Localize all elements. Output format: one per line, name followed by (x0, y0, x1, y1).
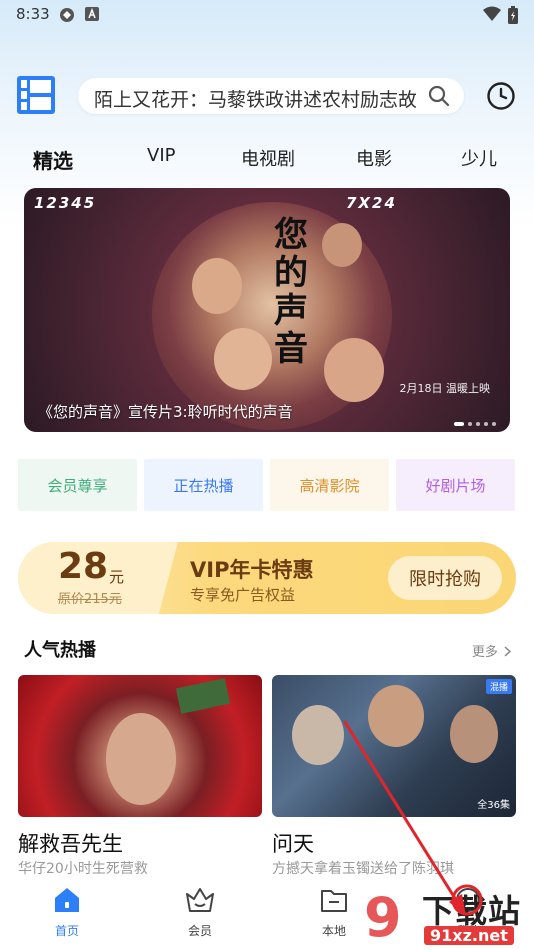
chevron-right-icon (504, 646, 512, 657)
banner-hotline: 12345 (34, 194, 97, 212)
tab-movies[interactable]: 电影 (356, 145, 392, 171)
banner-release-date: 2月18日 温暖上映 (399, 382, 491, 395)
video-card-thumbnail[interactable] (18, 675, 262, 817)
video-card-title[interactable]: 问天 (272, 828, 314, 858)
video-card-title[interactable]: 解救吾先生 (18, 828, 123, 858)
nav-member[interactable]: 会员 (170, 886, 230, 939)
tab-kids[interactable]: 少儿 (461, 145, 497, 171)
section-more-link[interactable]: 更多 (472, 641, 512, 660)
banner-portrait (192, 258, 242, 314)
status-time: 8:33 (16, 5, 50, 23)
search-bar[interactable]: 陌上又花开：马藜铁政讲述农村励志故事 (78, 78, 464, 114)
app-logo-icon[interactable] (17, 76, 55, 114)
quick-link-label: 正在热播 (173, 476, 234, 495)
history-clock-icon[interactable] (486, 81, 516, 111)
nav-local[interactable]: 本地 (304, 886, 364, 939)
home-icon (55, 888, 79, 912)
nav-home[interactable]: 首页 (37, 886, 97, 939)
poster-banknote (175, 678, 231, 714)
poster-figure (368, 685, 424, 747)
banner-caption: 《您的声音》宣传片3:聆听时代的声音 (38, 403, 293, 421)
quick-link-label: 会员尊享 (47, 476, 108, 495)
banner-hours: 7X24 (346, 194, 397, 212)
banner-title-art: 您的声音 (274, 215, 308, 369)
vip-subtitle: 专享免广告权益 (190, 586, 296, 604)
vip-original-price: 原价215元 (58, 592, 122, 607)
notification-a-icon (85, 7, 99, 21)
header: 陌上又花开：马藜铁政讲述农村励志故事 (0, 72, 534, 122)
tab-tv-series[interactable]: 电视剧 (241, 145, 295, 171)
site-watermark: 9 下载站 91xz.net (362, 884, 534, 950)
search-icon[interactable] (428, 85, 450, 107)
quick-link-now-playing[interactable]: 正在热播 (144, 459, 263, 511)
nav-label: 会员 (187, 924, 212, 938)
vip-price-unit: 元 (109, 568, 125, 586)
tab-vip[interactable]: VIP (147, 145, 175, 166)
video-card-thumbnail[interactable]: 混播 全36集 (272, 675, 516, 817)
crown-icon (186, 888, 214, 912)
quick-link-hd-cinema[interactable]: 高清影院 (270, 459, 389, 511)
nav-label: 首页 (54, 924, 79, 938)
quick-link-member[interactable]: 会员尊享 (18, 459, 137, 511)
vip-buy-label: 限时抢购 (409, 569, 481, 590)
nav-label: 本地 (321, 924, 346, 938)
sync-icon (60, 8, 74, 22)
quick-link-label: 高清影院 (299, 476, 360, 495)
poster-figure (450, 705, 498, 763)
poster-figure (106, 713, 176, 805)
section-more-label: 更多 (471, 645, 498, 660)
search-placeholder: 陌上又花开：马藜铁政讲述农村励志故事 (94, 89, 416, 111)
hero-banner[interactable]: 12345 7X24 您的声音 2月18日 温暖上映 《您的声音》宣传片3:聆听… (24, 188, 510, 432)
folder-icon (321, 890, 347, 912)
episode-count: 全36集 (477, 800, 510, 811)
watermark-logo-icon: 9 (364, 886, 402, 948)
status-bar: 8:33 (0, 0, 534, 30)
vip-price: 28 (58, 546, 109, 587)
watermark-url: 91xz.net (424, 926, 514, 945)
banner-portrait (214, 328, 272, 390)
tab-featured[interactable]: 精选 (33, 145, 73, 174)
poster-figure (292, 705, 344, 765)
quick-link-drama-studio[interactable]: 好剧片场 (396, 459, 515, 511)
category-tabs: 精选 VIP 电视剧 电影 少儿 (0, 145, 534, 175)
wifi-icon (483, 6, 501, 21)
vip-title: VIP年卡特惠 (190, 558, 314, 582)
video-card-subtitle: 华仔20小时生死营救 (18, 861, 148, 877)
section-title: 人气热播 (24, 640, 96, 661)
video-card-subtitle: 方撼天拿着玉镯送给了陈羽琪 (272, 861, 454, 877)
vip-buy-button[interactable]: 限时抢购 (388, 556, 502, 600)
banner-portrait (322, 223, 362, 267)
vip-promo-card[interactable]: 28 元 原价215元 VIP年卡特惠 专享免广告权益 限时抢购 (18, 542, 516, 614)
battery-icon (508, 6, 518, 24)
quick-link-label: 好剧片场 (425, 476, 486, 495)
svg-text:9: 9 (364, 886, 402, 948)
banner-pagination (454, 422, 496, 426)
status-badge: 混播 (485, 679, 512, 694)
banner-portrait (324, 338, 384, 402)
